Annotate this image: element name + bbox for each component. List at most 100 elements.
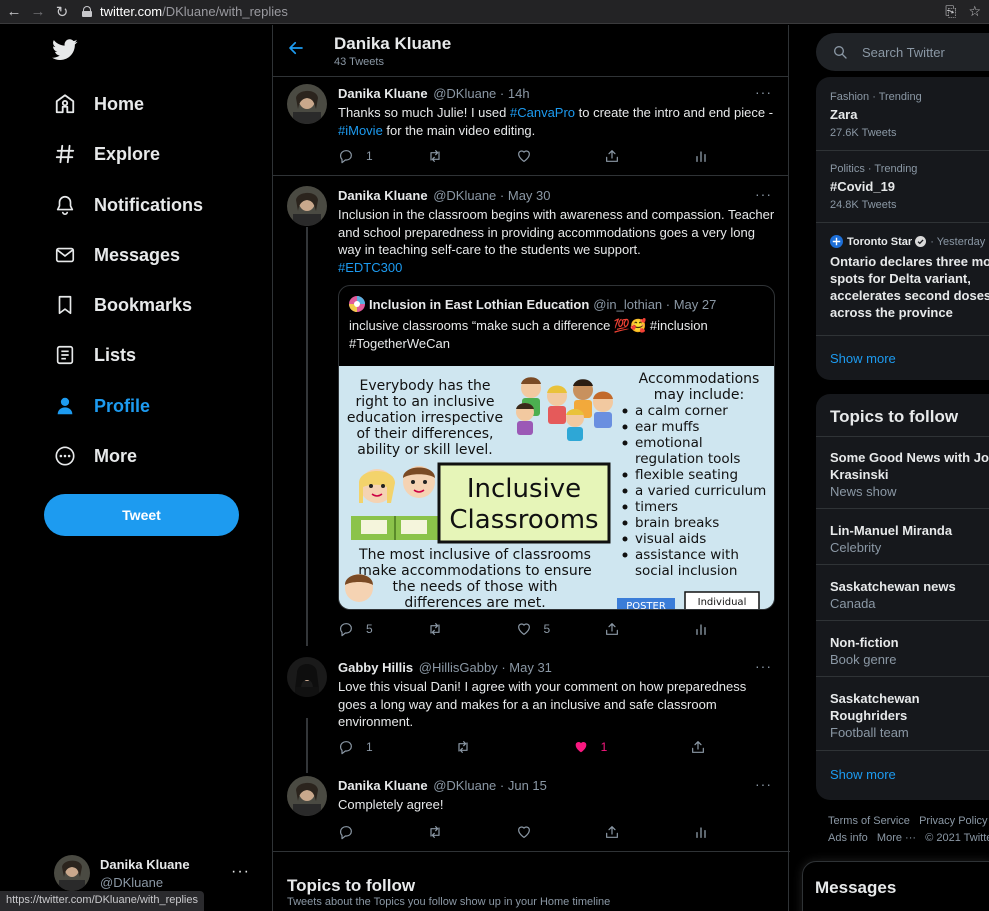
search-input[interactable] [862,44,989,60]
analytics-button[interactable] [693,824,713,840]
tweet[interactable]: Danika Kluane @DKluane · 14h Thanks so m… [273,77,788,176]
divider [816,335,989,336]
share-button[interactable] [604,824,664,840]
avatar[interactable] [287,186,327,226]
tweet-author-name[interactable]: Danika Kluane [338,778,428,793]
trend-item[interactable]: Fashion · Trending Zara 27.6K Tweets [830,91,922,139]
analytics-button[interactable] [693,621,713,637]
like-button[interactable]: 5 [516,621,576,637]
topic-item[interactable]: Lin-Manuel Miranda Celebrity [830,522,952,555]
nav-profile[interactable]: Profile [52,388,150,424]
show-more-link[interactable]: Show more [830,351,896,366]
divider [816,150,989,151]
topic-name: Saskatchewan Roughriders [830,691,920,723]
topic-item[interactable]: Saskatchewan news Canada [830,578,956,611]
account-switcher[interactable]: Danika Kluane @DKluane ··· [54,853,264,893]
news-source[interactable]: Toronto Star · Yesterday [830,235,985,248]
tweet-text-segment: Thanks so much Julie! I used [338,105,510,120]
topic-item[interactable]: Non-fiction Book genre [830,634,899,667]
poster-bottom-line: differences are met. [404,595,545,610]
analytics-button[interactable] [693,148,713,164]
share-button[interactable] [604,621,664,637]
share-button[interactable] [604,148,664,164]
address-bar[interactable]: twitter.com/DKluane/with_replies [82,2,945,22]
divider [816,508,989,509]
tweet-author-name[interactable]: Gabby Hillis [338,660,413,675]
star-icon[interactable]: ☆ [968,3,981,20]
retweet-icon [458,741,468,753]
avatar[interactable] [287,657,327,697]
reply-button[interactable]: 5 [338,621,398,637]
nav-explore[interactable]: Explore [52,136,160,172]
reply-button[interactable]: 1 [338,148,398,164]
more-dots-icon[interactable]: ··· [755,84,772,100]
reload-icon[interactable]: ↻ [52,2,72,22]
retweet-button[interactable] [427,824,487,840]
topic-item[interactable]: Saskatchewan Roughriders Football team [830,690,950,740]
news-headline[interactable]: Ontario declares three more spots for De… [830,253,989,321]
share-icon[interactable]: ⎘ [945,3,956,20]
tweet-time[interactable]: · 14h [500,86,530,101]
avatar[interactable] [287,84,327,124]
tweet-actions: 1 1 [338,739,710,755]
retweet-icon [430,150,440,162]
avatar[interactable] [287,776,327,816]
like-button[interactable] [516,148,576,164]
trend-item[interactable]: Politics · Trending #Covid_19 24.8K Twee… [830,163,917,211]
tweet-button[interactable]: Tweet [44,494,239,536]
tweet-time[interactable]: · May 30 [500,188,551,203]
search-box[interactable] [816,33,989,71]
topics-to-follow-section: Topics to follow Tweets about the Topics… [273,851,790,911]
back-arrow-icon[interactable]: ← [4,2,24,22]
more-dots-icon[interactable]: ··· [755,776,772,792]
trend-context: Fashion · Trending [830,91,922,103]
more-dots-icon[interactable]: ··· [231,863,250,881]
hashtag-link[interactable]: #CanvaPro [510,105,575,120]
footer-links[interactable]: Terms of Service Privacy Policy Ads info… [828,813,989,847]
footer-line[interactable]: Ads info More ··· © 2021 Twitter [828,830,989,847]
more-dots-icon[interactable]: ··· [755,658,772,674]
profile-header: Danika Kluane 43 Tweets [273,25,788,77]
tweet-author-name[interactable]: Danika Kluane [338,188,428,203]
poster-right-item: ear muffs [635,419,699,435]
reply-button[interactable] [338,824,398,840]
back-arrow-icon[interactable] [287,39,327,62]
nav-lists[interactable]: Lists [52,337,136,373]
quoted-tweet[interactable]: Inclusion in East Lothian Education @in_… [338,285,775,610]
forward-arrow-icon[interactable]: → [28,2,48,22]
show-more-link[interactable]: Show more [830,767,896,782]
tweet-author-name[interactable]: Danika Kluane [338,86,428,101]
footer-line[interactable]: Terms of Service Privacy Policy [828,813,989,830]
poster-left-line: right to an inclusive [355,394,494,410]
analytics-icon [696,151,706,162]
nav-bookmarks[interactable]: Bookmarks [52,287,192,323]
more-dots-icon[interactable]: ··· [755,186,772,202]
retweet-button[interactable] [455,739,515,755]
nav-notifications[interactable]: Notifications [52,187,203,223]
mail-icon [52,242,78,268]
retweet-button[interactable] [427,148,487,164]
like-button[interactable]: 1 [573,739,633,755]
hashtag-link[interactable]: #EDTC300 [338,260,402,275]
like-count: 5 [543,622,551,636]
poster-right-heading: may include: [654,387,744,403]
twitter-logo-icon[interactable] [52,39,78,61]
list-icon [52,342,78,368]
reply-button[interactable]: 1 [338,739,398,755]
nav-more[interactable]: More [52,438,137,474]
poster-left-line: Everybody has the [359,378,490,394]
retweet-button[interactable] [427,621,487,637]
like-button[interactable] [516,824,576,840]
tweet-time[interactable]: · Jun 15 [500,778,547,793]
nav-messages[interactable]: Messages [52,237,180,273]
inclusive-classrooms-poster[interactable]: Everybody has the right to an inclusive … [339,366,775,610]
messages-title: Messages [815,878,897,897]
tweet-time[interactable]: · May 31 [501,660,552,675]
topic-item[interactable]: Some Good News with John Krasinski News … [830,449,989,499]
poster-right-item: flexible seating [635,467,738,483]
messages-drawer[interactable]: Messages [802,861,989,911]
nav-home[interactable]: Home [52,86,144,122]
hashtag-link[interactable]: #iMovie [338,123,383,138]
share-button[interactable] [690,739,710,755]
topic-name: Some Good News with John Krasinski [830,450,989,482]
